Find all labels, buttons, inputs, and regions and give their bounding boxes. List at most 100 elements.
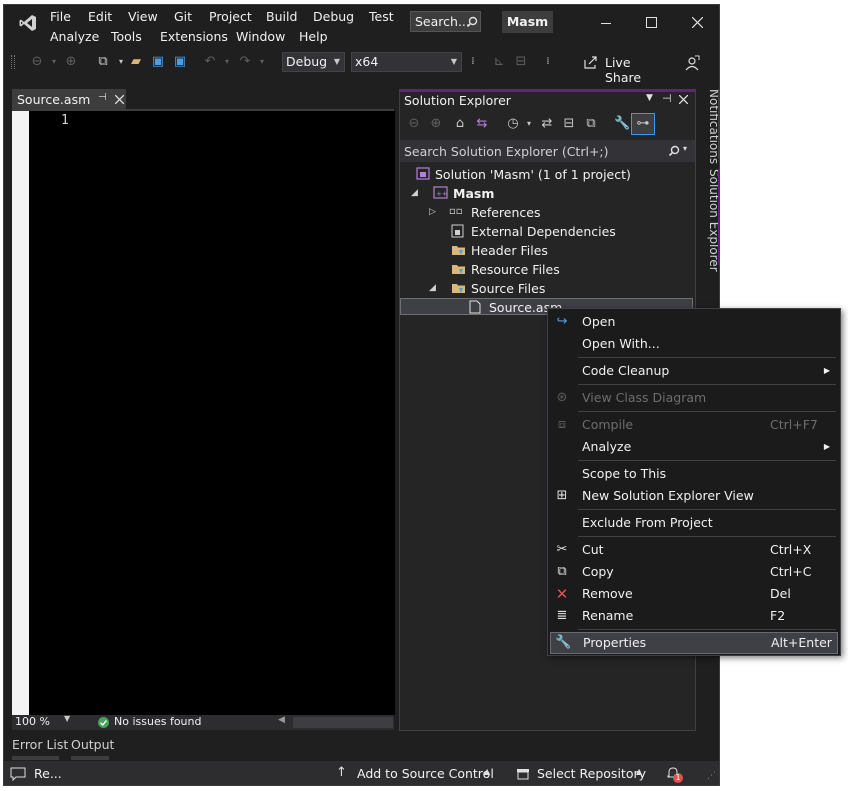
- menu-file[interactable]: File: [50, 9, 71, 24]
- menu-window[interactable]: Window: [236, 29, 285, 44]
- minimize-icon[interactable]: [601, 23, 611, 24]
- status-text: Re...: [34, 766, 62, 781]
- config-select[interactable]: Debug ▼: [282, 52, 345, 72]
- toolbar-overflow-icon[interactable]: ⁞: [465, 54, 481, 70]
- close-icon[interactable]: [692, 17, 703, 28]
- menu-extensions[interactable]: Extensions: [160, 29, 228, 44]
- resize-grip-icon[interactable]: ⋰: [707, 771, 716, 781]
- redo-dropdown-icon[interactable]: ▾: [254, 54, 270, 70]
- tree-item-external-dependencies[interactable]: External Dependencies: [400, 222, 695, 241]
- expanded-arrow-icon[interactable]: ◢: [411, 184, 418, 203]
- search-options-icon[interactable]: ▾: [683, 144, 687, 153]
- panel-menu-icon[interactable]: ▼: [646, 93, 653, 103]
- notifications-button[interactable]: 1: [664, 765, 686, 783]
- add-to-source-control-button[interactable]: ↑ Add to Source Control ▲: [334, 764, 494, 784]
- navigate-forward-icon[interactable]: ⊕: [63, 54, 79, 70]
- tab-output[interactable]: Output: [71, 737, 114, 752]
- menu-git[interactable]: Git: [174, 9, 192, 24]
- pending-dropdown-icon[interactable]: ▾: [521, 116, 537, 132]
- pending-changes-icon[interactable]: ◷: [505, 116, 521, 132]
- menu-debug[interactable]: Debug: [313, 9, 354, 24]
- properties-wrench-icon[interactable]: 🔧: [614, 116, 630, 132]
- zoom-dropdown-icon[interactable]: ▼: [64, 714, 70, 723]
- ctx-rename[interactable]: ≣ Rename F2: [548, 605, 838, 627]
- tree-item-source-files[interactable]: ◢ Source Files: [400, 279, 695, 298]
- close-tab-icon[interactable]: [115, 95, 124, 104]
- menu-edit[interactable]: Edit: [88, 9, 112, 24]
- menu-view[interactable]: View: [128, 9, 158, 24]
- open-folder-icon[interactable]: ▰: [128, 54, 144, 70]
- step-over-icon[interactable]: ⊟: [513, 54, 529, 70]
- horizontal-scrollbar[interactable]: [293, 717, 393, 728]
- preview-selected-button[interactable]: ⊶: [631, 113, 655, 135]
- ctx-analyze[interactable]: Analyze ▶: [548, 436, 838, 458]
- forward-icon[interactable]: ⊕: [428, 116, 444, 132]
- ctx-view-class-diagram[interactable]: ⊛ View Class Diagram: [548, 387, 838, 409]
- output-message-icon[interactable]: [10, 767, 26, 781]
- platform-select[interactable]: x64 ▼: [351, 52, 462, 72]
- menu-separator: [578, 357, 836, 358]
- close-panel-icon[interactable]: [679, 95, 688, 104]
- live-share-icon: [584, 56, 597, 69]
- show-all-files-icon[interactable]: ⧉: [583, 116, 599, 132]
- tree-item-references[interactable]: ▷ ▫▫ References: [400, 203, 695, 222]
- ctx-compile[interactable]: ⧈ Compile Ctrl+F7: [548, 414, 838, 436]
- ctx-code-cleanup[interactable]: Code Cleanup ▶: [548, 360, 838, 382]
- menu-test[interactable]: Test: [369, 9, 394, 24]
- pin-icon[interactable]: ⊣: [98, 92, 107, 103]
- menu-help[interactable]: Help: [299, 29, 328, 44]
- back-icon[interactable]: ⊖: [406, 116, 422, 132]
- pin-icon[interactable]: ⊣: [662, 92, 672, 105]
- zoom-level[interactable]: 100 %: [15, 715, 50, 728]
- menu-build[interactable]: Build: [266, 9, 297, 24]
- toolbar-overflow-icon-2[interactable]: ⁞: [540, 54, 556, 70]
- new-dropdown-icon[interactable]: ▾: [113, 54, 129, 70]
- ctx-new-solution-explorer-view[interactable]: ⊞ New Solution Explorer View: [548, 485, 838, 507]
- sync-icon[interactable]: ⇄: [539, 116, 555, 132]
- menu-analyze[interactable]: Analyze: [50, 29, 99, 44]
- tab-error-list[interactable]: Error List: [12, 737, 68, 752]
- search-box[interactable]: Search...: [410, 11, 481, 32]
- undo-dropdown-icon[interactable]: ▾: [219, 54, 235, 70]
- save-all-icon[interactable]: ▣: [172, 54, 188, 70]
- ctx-remove[interactable]: ✕ Remove Del: [548, 583, 838, 605]
- ctx-open-with[interactable]: Open With...: [548, 333, 838, 355]
- ctx-copy[interactable]: ⧉ Copy Ctrl+C: [548, 561, 838, 583]
- search-placeholder: Search Solution Explorer (Ctrl+;): [404, 144, 609, 159]
- expanded-arrow-icon[interactable]: ◢: [429, 279, 436, 298]
- redo-icon[interactable]: ↷: [237, 54, 253, 70]
- tree-item-project[interactable]: ◢ ++ Masm: [400, 184, 695, 203]
- undo-icon[interactable]: ↶: [202, 54, 218, 70]
- ctx-cut[interactable]: ✂ Cut Ctrl+X: [548, 539, 838, 561]
- ctx-scope-to-this[interactable]: Scope to This: [548, 463, 838, 485]
- chevron-up-icon: ▲: [484, 767, 491, 776]
- switch-views-icon[interactable]: ⇆: [474, 116, 490, 132]
- issues-status[interactable]: No issues found: [114, 715, 201, 728]
- ctx-open[interactable]: ↪ Open: [548, 311, 838, 333]
- new-project-icon[interactable]: ⧉: [95, 54, 111, 70]
- ctx-properties[interactable]: 🔧 Properties Alt+Enter: [550, 632, 838, 654]
- code-editor[interactable]: 1: [29, 111, 395, 715]
- select-repository-button[interactable]: Select Repository ▲: [514, 764, 649, 784]
- tab-source-asm[interactable]: Source.asm ⊣: [12, 89, 126, 109]
- menu-tools[interactable]: Tools: [111, 29, 142, 44]
- collapse-all-icon[interactable]: ⊟: [561, 116, 577, 132]
- step-into-icon[interactable]: ⊾: [491, 54, 507, 70]
- chevron-down-icon: ▼: [450, 57, 457, 66]
- tree-item-resource-files[interactable]: Resource Files: [400, 260, 695, 279]
- back-dropdown-icon[interactable]: ▾: [46, 54, 62, 70]
- feedback-icon[interactable]: [684, 55, 700, 71]
- solution-search-input[interactable]: Search Solution Explorer (Ctrl+;) ▾: [400, 140, 695, 162]
- navigate-back-icon[interactable]: ⊖: [29, 54, 45, 70]
- ctx-exclude-from-project[interactable]: Exclude From Project: [548, 512, 838, 534]
- menu-project[interactable]: Project: [209, 9, 252, 24]
- home-icon[interactable]: ⌂: [452, 116, 468, 132]
- tree-item-solution[interactable]: Solution 'Masm' (1 of 1 project): [400, 165, 695, 184]
- collapsed-arrow-icon[interactable]: ▷: [429, 203, 436, 222]
- search-icon: [466, 16, 478, 28]
- tree-item-header-files[interactable]: Header Files: [400, 241, 695, 260]
- save-icon[interactable]: ▣: [150, 54, 166, 70]
- live-share-button[interactable]: Live Share: [580, 53, 665, 85]
- scroll-left-icon[interactable]: ◀: [278, 715, 285, 725]
- maximize-icon[interactable]: [646, 17, 657, 28]
